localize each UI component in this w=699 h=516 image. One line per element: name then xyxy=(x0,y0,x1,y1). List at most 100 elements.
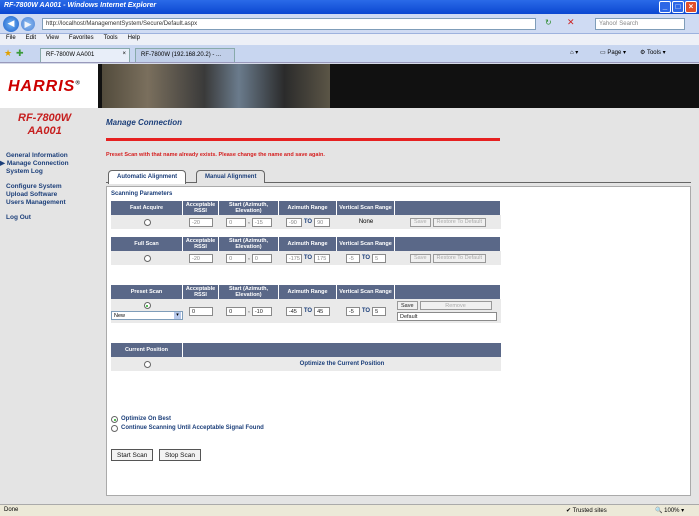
tab-manual-alignment[interactable]: Manual Alignment xyxy=(196,170,266,183)
full-scan-radio[interactable] xyxy=(143,254,151,262)
main-panel: Manage Connection Preset Scan with that … xyxy=(98,108,699,504)
preset-select[interactable]: New xyxy=(111,311,183,320)
preset-az-to-input[interactable]: 45 xyxy=(314,306,331,316)
add-favorite-icon[interactable]: ✚ xyxy=(16,48,24,59)
header-rssi: Acceptable RSSI xyxy=(183,285,219,299)
back-arrow-icon[interactable]: ◀ xyxy=(3,16,19,32)
alignment-tabs: Automatic Alignment Manual Alignment xyxy=(106,170,691,184)
fast-acquire-label: Fast Acquire xyxy=(111,201,183,215)
preset-elevation-input[interactable]: -10 xyxy=(251,306,272,316)
current-position-label: Current Position xyxy=(111,343,183,357)
fast-az-to-input[interactable]: 90 xyxy=(314,217,331,227)
favorites-star-icon[interactable]: ★ xyxy=(4,48,12,59)
preset-azimuth-input[interactable]: 0 xyxy=(226,306,247,316)
cell: Save Restore To Default xyxy=(395,251,501,265)
browser-tab-inactive[interactable]: RF-7800W (192.168.20.2) - ... xyxy=(135,48,235,62)
sidebar-item-upload-software[interactable]: Upload Software xyxy=(6,191,69,199)
full-rssi-input[interactable]: -20 xyxy=(189,253,213,263)
tools-menu[interactable]: ⚙ Tools ▾ xyxy=(640,49,666,56)
trusted-sites-zone[interactable]: ✔ Trusted sites xyxy=(566,507,607,514)
menu-favorites[interactable]: Favorites xyxy=(69,35,94,44)
browser-tab-active[interactable]: RF-7800W AA001 × xyxy=(40,48,130,62)
option-continue-scanning[interactable]: Continue Scanning Until Acceptable Signa… xyxy=(111,424,264,433)
page-menu-label: Page xyxy=(607,50,622,56)
home-icon[interactable]: ⌂ ▾ xyxy=(570,49,578,56)
menu-tools[interactable]: Tools xyxy=(104,35,118,44)
preset-v-to-input[interactable]: 5 xyxy=(372,306,387,316)
zone-label: Trusted sites xyxy=(572,508,607,514)
fast-save-button[interactable]: Save xyxy=(410,217,431,227)
preset-save-button[interactable]: Save xyxy=(397,301,418,310)
full-az-to-input[interactable]: 175 xyxy=(314,253,331,263)
fast-az-from-input[interactable]: -90 xyxy=(285,217,302,227)
preset-az-from-input[interactable]: -45 xyxy=(285,306,302,316)
preset-rssi-input[interactable]: 0 xyxy=(189,306,213,316)
fast-elevation-input[interactable]: -15 xyxy=(251,217,272,227)
sidebar-item-log-out[interactable]: Log Out xyxy=(6,214,69,222)
device-model-line1: RF-7800W xyxy=(18,112,72,124)
header-actions xyxy=(395,285,501,299)
table-header: Current Position xyxy=(111,343,501,357)
stop-scan-button[interactable]: Stop Scan xyxy=(159,449,201,461)
current-position-radio[interactable] xyxy=(143,360,151,368)
header-photo xyxy=(102,64,330,108)
forward-arrow-icon[interactable]: ▶ xyxy=(21,17,35,31)
header-azimuth: Azimuth Range xyxy=(279,285,337,299)
sidebar-item-general-information[interactable]: General Information xyxy=(6,152,69,160)
preset-name-input[interactable]: Default xyxy=(397,312,497,321)
option-optimize-best[interactable]: Optimize On Best xyxy=(111,415,264,424)
option-label: Optimize On Best xyxy=(121,416,172,422)
full-azimuth-input[interactable]: 0 xyxy=(226,253,247,263)
sidebar-item-configure-system[interactable]: Configure System xyxy=(6,183,69,191)
search-input[interactable]: Yahoo! Search xyxy=(595,18,685,30)
maximize-icon[interactable]: □ xyxy=(672,1,684,13)
zoom-control[interactable]: 🔍 100% ▾ xyxy=(655,507,684,514)
browser-tab-label: RF-7800W AA001 xyxy=(46,52,95,58)
fast-acquire-radio[interactable] xyxy=(143,218,151,226)
full-v-from-input[interactable]: -5 xyxy=(345,253,360,263)
optimize-best-radio[interactable] xyxy=(111,416,118,423)
close-icon[interactable]: × xyxy=(685,1,697,13)
full-save-button[interactable]: Save xyxy=(410,253,431,263)
cell: -90 TO 90 xyxy=(279,215,337,229)
full-restore-button[interactable]: Restore To Default xyxy=(432,253,486,263)
window-title-bar: RF-7800W AA001 - Windows Internet Explor… xyxy=(0,0,699,14)
refresh-icon[interactable]: ↻ xyxy=(545,18,552,27)
harris-logo: HARRIS® xyxy=(8,78,81,96)
cell: -20 xyxy=(183,215,219,229)
cell: -175 TO 175 xyxy=(279,251,337,265)
minimize-icon[interactable]: _ xyxy=(659,1,671,13)
full-elevation-input[interactable]: 0 xyxy=(251,253,272,263)
to-label: TO xyxy=(361,255,371,261)
tab-automatic-alignment[interactable]: Automatic Alignment xyxy=(108,170,187,184)
address-input[interactable]: http://localhost/ManagementSystem/Secure… xyxy=(42,18,536,30)
fast-azimuth-input[interactable]: 0 xyxy=(226,217,247,227)
zoom-label: 100% xyxy=(664,508,680,514)
menu-file[interactable]: File xyxy=(6,35,16,44)
cell: -20 xyxy=(183,251,219,265)
preset-scan-radio[interactable] xyxy=(143,302,151,309)
menu-edit[interactable]: Edit xyxy=(26,35,36,44)
stop-icon[interactable]: ✕ xyxy=(567,17,575,28)
sidebar-item-system-log[interactable]: System Log xyxy=(6,168,69,176)
start-scan-button[interactable]: Start Scan xyxy=(111,449,154,461)
menu-help[interactable]: Help xyxy=(128,35,140,44)
full-az-from-input[interactable]: -175 xyxy=(285,253,302,263)
preset-v-from-input[interactable]: -5 xyxy=(345,306,360,316)
continue-scanning-radio[interactable] xyxy=(111,425,118,432)
table-header: Preset Scan Acceptable RSSI Start (Azimu… xyxy=(111,285,501,299)
sidebar-item-manage-connection[interactable]: ▶ Manage Connection xyxy=(0,160,69,168)
menu-view[interactable]: View xyxy=(46,35,59,44)
preset-scan-table: Preset Scan Acceptable RSSI Start (Azimu… xyxy=(111,285,501,323)
sidebar-item-users-management[interactable]: Users Management xyxy=(6,199,69,207)
header-azimuth: Azimuth Range xyxy=(279,237,337,251)
preset-remove-button[interactable]: Remove xyxy=(419,301,492,310)
cell: Save Remove Default xyxy=(395,299,501,323)
page-menu[interactable]: ▭ Page ▾ xyxy=(600,49,626,56)
close-tab-icon[interactable]: × xyxy=(122,51,126,57)
fast-restore-button[interactable]: Restore To Default xyxy=(432,217,486,227)
full-v-to-input[interactable]: 5 xyxy=(372,253,387,263)
cell: -45 TO 45 xyxy=(279,299,337,323)
fast-rssi-input[interactable]: -20 xyxy=(189,217,213,227)
